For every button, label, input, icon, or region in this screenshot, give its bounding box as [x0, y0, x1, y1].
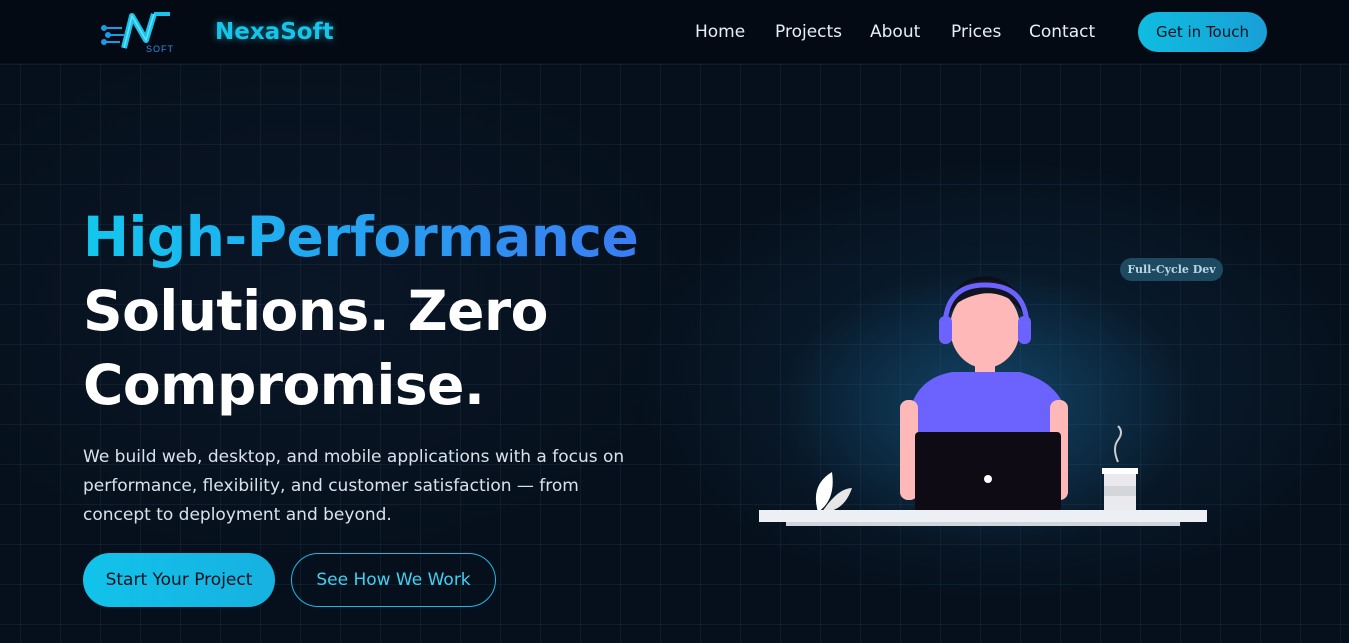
nav-home[interactable]: Home — [695, 22, 745, 42]
nav-projects[interactable]: Projects — [775, 22, 842, 42]
developer-illustration — [740, 250, 1230, 550]
hero-title-line-1: High-Performance — [83, 200, 639, 274]
brand-name[interactable]: NexaSoft — [215, 19, 334, 45]
hero-description: We build web, desktop, and mobile applic… — [83, 447, 625, 525]
page: SOFT NexaSoft Home Projects About Prices… — [0, 0, 1349, 643]
hero-title-line-2: Solutions. Zero — [83, 279, 548, 343]
start-project-button[interactable]: Start Your Project — [83, 553, 275, 607]
hero-title: High-Performance Solutions. Zero Comprom… — [83, 200, 639, 422]
hero-title-line-3: Compromise. — [83, 353, 485, 417]
logo-subtitle: SOFT — [146, 44, 174, 54]
nav-about[interactable]: About — [870, 22, 920, 42]
navbar: SOFT NexaSoft Home Projects About Prices… — [0, 0, 1349, 64]
get-in-touch-button[interactable]: Get in Touch — [1138, 12, 1267, 52]
nav-contact[interactable]: Contact — [1029, 22, 1095, 42]
see-how-we-work-button[interactable]: See How We Work — [291, 553, 496, 607]
nav-prices[interactable]: Prices — [951, 22, 1001, 42]
